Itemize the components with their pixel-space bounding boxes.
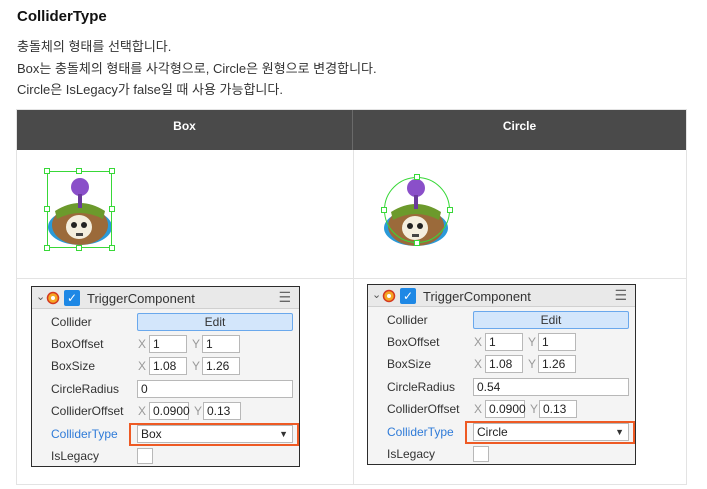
is-legacy-label: IsLegacy: [51, 449, 100, 463]
axis-x-label: X: [474, 335, 483, 349]
circle-radius-field[interactable]: 0.54: [473, 378, 629, 396]
collider-offset-x-field[interactable]: 0.0900: [149, 402, 190, 420]
gear-icon: [46, 291, 60, 305]
row-circle-radius: CircleRadius 0: [32, 378, 299, 400]
row-is-legacy: IsLegacy: [368, 443, 635, 465]
axis-x-label: X: [138, 404, 147, 418]
component-name: TriggerComponent: [423, 289, 531, 304]
resize-handle[interactable]: [44, 245, 50, 251]
checkbox-checked-icon[interactable]: ✓: [400, 288, 416, 304]
description-line-3: Circle은 IsLegacy가 false일 때 사용 가능합니다.: [17, 82, 283, 97]
is-legacy-label: IsLegacy: [387, 447, 436, 461]
chevron-down-icon[interactable]: ⌄: [372, 288, 381, 301]
row-collider-offset: ColliderOffset X 0.0900 Y 0.13: [368, 398, 635, 420]
collider-offset-y-field[interactable]: 0.13: [539, 400, 577, 418]
edit-button[interactable]: Edit: [473, 311, 629, 329]
collider-offset-x-field[interactable]: 0.0900: [485, 400, 526, 418]
circle-collider-outline: [384, 177, 450, 243]
collider-offset-label: ColliderOffset: [51, 404, 124, 418]
collider-type-label: ColliderType: [51, 427, 118, 441]
circle-radius-label: CircleRadius: [387, 380, 456, 394]
row-is-legacy: IsLegacy: [32, 445, 299, 467]
row-collider: Collider Edit: [32, 311, 299, 333]
resize-handle[interactable]: [447, 207, 453, 213]
axis-x-label: X: [474, 402, 483, 416]
row-divider: [17, 278, 686, 279]
axis-y-label: Y: [192, 337, 201, 351]
box-size-y-field[interactable]: 1.26: [538, 355, 576, 373]
collider-offset-label: ColliderOffset: [387, 402, 460, 416]
trigger-component-panel-box: ⌄ ✓ TriggerComponent ☰ Collider Edit Box…: [31, 286, 300, 467]
checkbox-checked-icon[interactable]: ✓: [64, 290, 80, 306]
row-box-offset: BoxOffset X 1 Y 1: [368, 331, 635, 353]
box-size-x-field[interactable]: 1.08: [149, 357, 187, 375]
edit-button[interactable]: Edit: [137, 313, 293, 331]
is-legacy-checkbox[interactable]: [137, 448, 153, 464]
box-offset-y-field[interactable]: 1: [202, 335, 240, 353]
row-collider-offset: ColliderOffset X 0.0900 Y 0.13: [32, 400, 299, 422]
highlight-box: [129, 423, 299, 446]
box-offset-label: BoxOffset: [387, 335, 440, 349]
box-offset-x-field[interactable]: 1: [149, 335, 187, 353]
row-box-size: BoxSize X 1.08 Y 1.26: [32, 355, 299, 377]
box-size-y-field[interactable]: 1.26: [202, 357, 240, 375]
chevron-down-icon[interactable]: ⌄: [36, 290, 45, 303]
circle-radius-label: CircleRadius: [51, 382, 120, 396]
resize-handle[interactable]: [76, 168, 82, 174]
collider-label: Collider: [387, 313, 428, 327]
axis-y-label: Y: [192, 359, 201, 373]
description-line-1: 충돌체의 형태를 선택합니다.: [17, 39, 172, 54]
box-size-label: BoxSize: [51, 359, 96, 373]
box-offset-x-field[interactable]: 1: [485, 333, 523, 351]
resize-handle[interactable]: [109, 245, 115, 251]
is-legacy-checkbox[interactable]: [473, 446, 489, 462]
menu-icon[interactable]: ☰: [614, 287, 627, 304]
collider-type-label: ColliderType: [387, 425, 454, 439]
resize-handle[interactable]: [44, 168, 50, 174]
circle-radius-field[interactable]: 0: [137, 380, 293, 398]
resize-handle[interactable]: [44, 206, 50, 212]
gear-icon: [382, 289, 396, 303]
box-collider-outline: [47, 171, 112, 248]
section-title: ColliderType: [17, 8, 107, 25]
axis-y-label: Y: [530, 402, 539, 416]
row-circle-radius: CircleRadius 0.54: [368, 376, 635, 398]
box-offset-y-field[interactable]: 1: [538, 333, 576, 351]
collider-label: Collider: [51, 315, 92, 329]
axis-y-label: Y: [528, 357, 537, 371]
header-box: Box: [17, 110, 353, 150]
row-box-size: BoxSize X 1.08 Y 1.26: [368, 353, 635, 375]
box-size-label: BoxSize: [387, 357, 432, 371]
row-collider: Collider Edit: [368, 309, 635, 331]
collider-offset-y-field[interactable]: 0.13: [203, 402, 241, 420]
box-size-x-field[interactable]: 1.08: [485, 355, 523, 373]
row-collider-type: ColliderType Box ▼: [32, 423, 299, 446]
axis-x-label: X: [138, 359, 147, 373]
axis-x-label: X: [474, 357, 483, 371]
resize-handle[interactable]: [381, 207, 387, 213]
component-name: TriggerComponent: [87, 291, 195, 306]
component-header: ⌄ ✓ TriggerComponent ☰: [368, 285, 635, 307]
comparison-table: Box Circle ⌄ ✓ TriggerComponent ☰ Collid…: [16, 109, 687, 485]
axis-x-label: X: [138, 337, 147, 351]
trigger-component-panel-circle: ⌄ ✓ TriggerComponent ☰ Collider Edit Box…: [367, 284, 636, 465]
resize-handle[interactable]: [109, 168, 115, 174]
header-circle: Circle: [502, 119, 537, 133]
resize-handle[interactable]: [414, 240, 420, 246]
component-header: ⌄ ✓ TriggerComponent ☰: [32, 287, 299, 309]
axis-y-label: Y: [194, 404, 203, 418]
menu-icon[interactable]: ☰: [278, 289, 291, 306]
resize-handle[interactable]: [414, 174, 420, 180]
row-box-offset: BoxOffset X 1 Y 1: [32, 333, 299, 355]
row-collider-type: ColliderType Circle ▼: [368, 421, 635, 444]
column-divider: [353, 150, 354, 484]
description-line-2: Box는 충돌체의 형태를 사각형으로, Circle은 원형으로 변경합니다.: [17, 61, 377, 76]
axis-y-label: Y: [528, 335, 537, 349]
highlight-box: [465, 421, 635, 444]
resize-handle[interactable]: [109, 206, 115, 212]
box-offset-label: BoxOffset: [51, 337, 104, 351]
table-header: Box Circle: [17, 110, 686, 150]
resize-handle[interactable]: [76, 245, 82, 251]
